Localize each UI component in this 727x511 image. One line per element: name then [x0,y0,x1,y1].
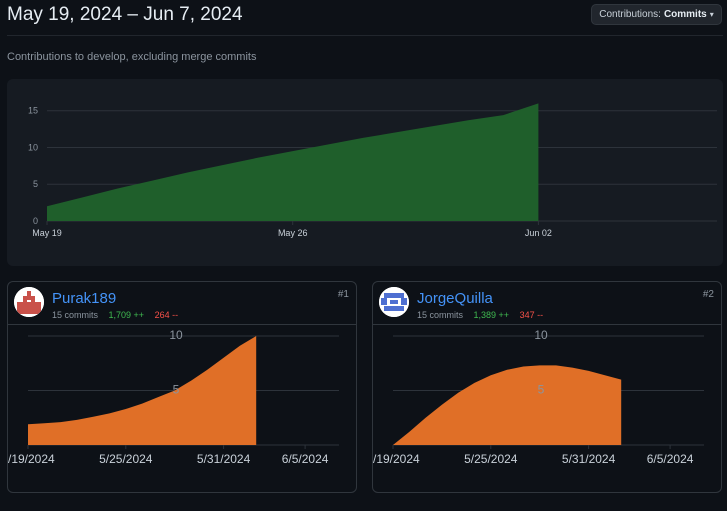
x-tick-label: May 19 [32,228,62,238]
x-tick-label: 5/19/2024 [373,452,420,466]
caret-down-icon: ▾ [709,10,714,19]
contributor-stats: 15 commits 1,389 ++ 347 -- [417,310,543,320]
main-chart-svg: 0 5 10 15 May 19 May 26 Jun 02 [28,103,717,238]
x-tick-label: 5/25/2024 [464,452,518,466]
series-area [47,103,539,221]
deletions-count: 264 -- [154,310,179,320]
contributions-filter-button[interactable]: Contributions: Commits ▾ [591,4,722,25]
contributor-chart: 5 10 5/19/2024 5/25/2024 5/31/2024 6/5/2024 [373,328,704,466]
contributor-stats: 15 commits 1,709 ++ 264 -- [52,310,178,320]
contributor-card-header: Purak189 15 commits 1,709 ++ 264 -- #1 [8,282,356,325]
x-tick-label: 5/31/2024 [197,452,251,466]
contributor-rank: #2 [702,289,714,300]
x-tick-label: 6/5/2024 [282,452,329,466]
deletions-count: 347 -- [519,310,544,320]
y-tick-label: 0 [33,216,38,226]
x-tick-label: 5/25/2024 [99,452,153,466]
main-contributions-chart: 0 5 10 15 May 19 May 26 Jun 02 [7,79,723,266]
x-tick-label: 5/19/2024 [8,452,55,466]
y-tick-label: 10 [28,142,38,152]
series-area [393,365,622,445]
additions-count: 1,709 ++ [108,310,145,320]
contributor-name-link[interactable]: Purak189 [52,290,116,307]
y-tick-label: 5 [173,383,180,397]
y-tick-label: 10 [169,328,183,342]
y-tick-label: 5 [33,179,38,189]
x-tick-label: May 26 [278,228,308,238]
x-tick-label: Jun 02 [525,228,552,238]
identicon-avatar[interactable] [379,287,409,317]
page-subtitle: Contributions to develop, excluding merg… [7,51,257,63]
contributor-card-1: Purak189 15 commits 1,709 ++ 264 -- #1 5… [7,281,357,493]
identicon-avatar[interactable] [14,287,44,317]
y-tick-label: 5 [538,383,545,397]
y-tick-label: 15 [28,106,38,116]
y-tick-label: 10 [534,328,548,342]
contributor-rank: #1 [337,289,349,300]
filter-prefix: Contributions: [599,9,661,20]
commit-count: 15 commits [417,310,464,320]
page-title: May 19, 2024 – Jun 7, 2024 [7,4,243,25]
contributor-name-link[interactable]: JorgeQuilla [417,290,493,307]
x-tick-label: 6/5/2024 [647,452,694,466]
contributor-chart: 5 10 5/19/2024 5/25/2024 5/31/2024 6/5/2024 [8,328,339,466]
filter-value: Commits [663,9,707,20]
contributor-card-header: JorgeQuilla 15 commits 1,389 ++ 347 -- #… [373,282,721,325]
x-tick-label: 5/31/2024 [562,452,616,466]
contributor-card-2: JorgeQuilla 15 commits 1,389 ++ 347 -- #… [372,281,722,493]
commit-count: 15 commits [52,310,99,320]
additions-count: 1,389 ++ [473,310,510,320]
header-divider [7,35,723,36]
